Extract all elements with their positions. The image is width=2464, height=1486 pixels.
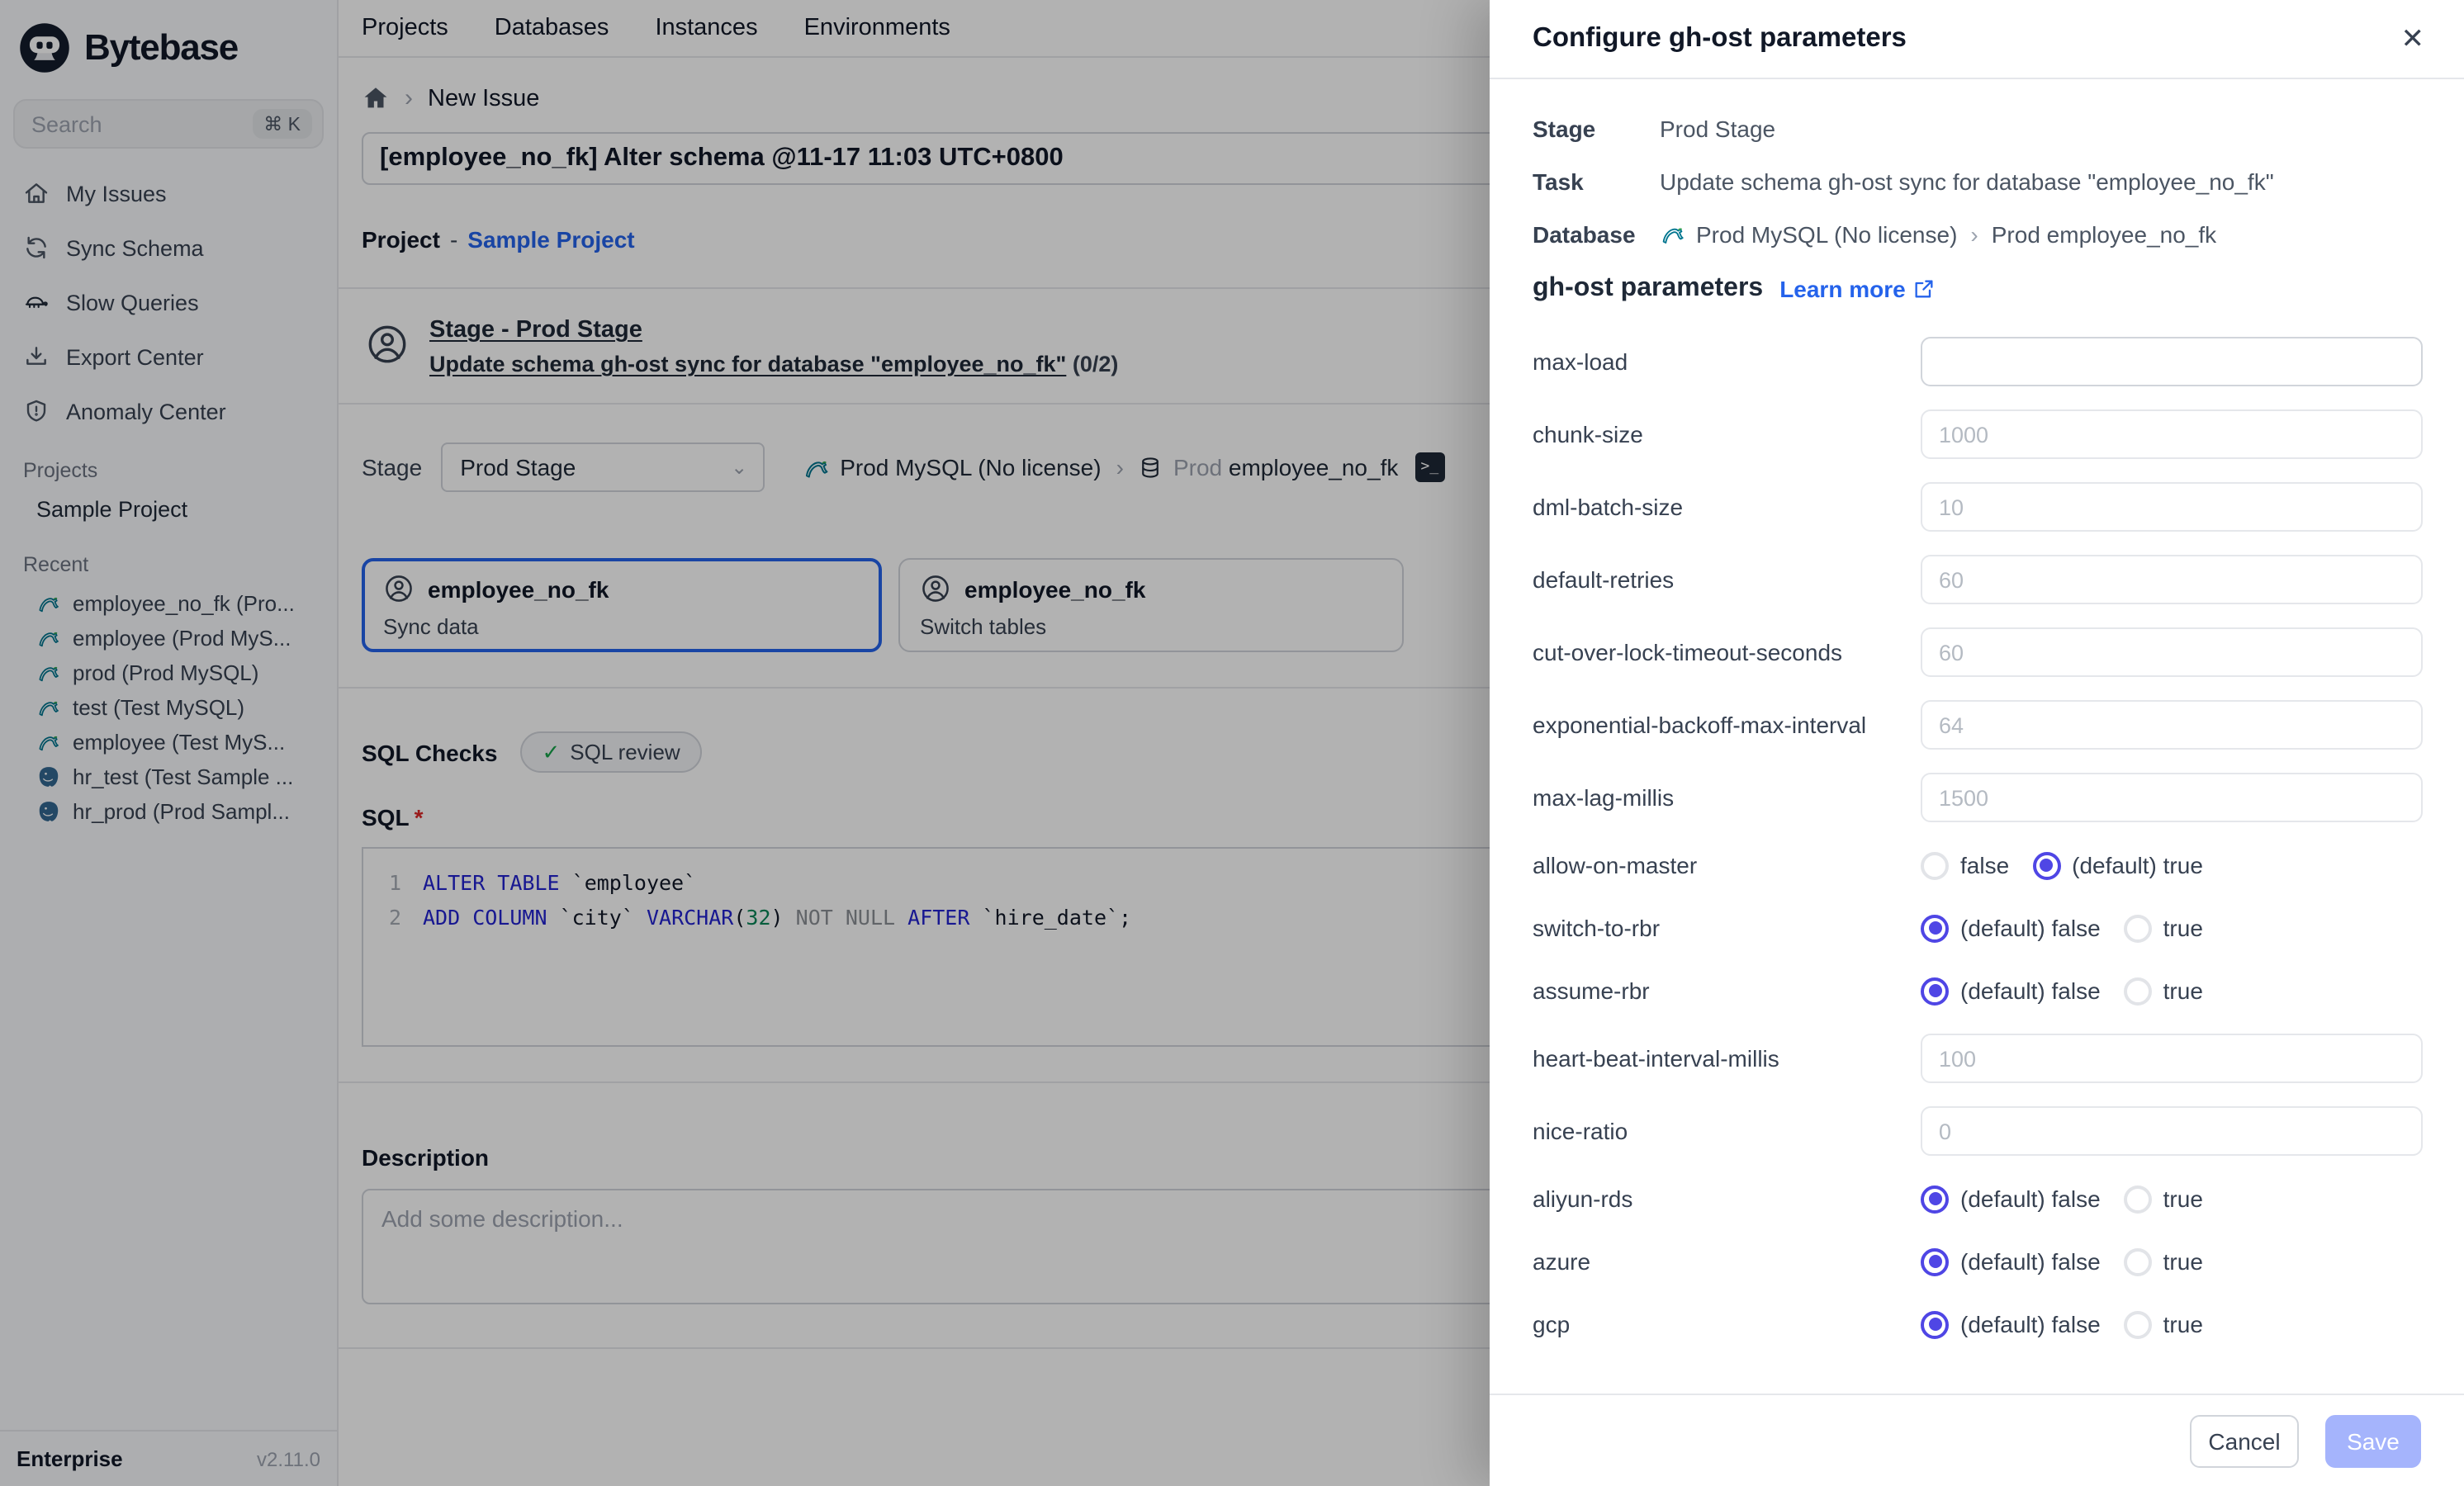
gh-ost-params-heading-row: gh-ost parameters Learn more [1533,274,2423,304]
radio-selected-icon[interactable] [1921,977,1949,1005]
cancel-button[interactable]: Cancel [2190,1414,2299,1467]
param-row-aliyun-rds: aliyun-rds (default) false true [1533,1179,2423,1219]
param-row-cut-over-lock-timeout-seconds: cut-over-lock-timeout-seconds [1533,627,2423,677]
radio-option[interactable]: true [2124,977,2203,1005]
param-row-chunk-size: chunk-size [1533,409,2423,459]
radio-option[interactable]: (default) true [2032,851,2203,879]
radio-option[interactable]: true [2124,1247,2203,1275]
radio-option[interactable]: (default) false [1921,1310,2101,1338]
drawer-footer: Cancel Save [1490,1394,2464,1486]
max-load-input[interactable] [1921,337,2423,386]
param-row-switch-to-rbr: switch-to-rbr (default) false true [1533,908,2423,948]
close-icon[interactable]: ✕ [2401,25,2425,53]
mysql-icon [1660,221,1686,248]
radio-unselected-icon[interactable] [2124,1247,2152,1275]
exponential-backoff-max-interval-input[interactable] [1921,700,2423,750]
info-database-value: Prod employee_no_fk [1992,221,2216,248]
radio-option[interactable]: (default) false [1921,1185,2101,1213]
drawer-title: Configure gh-ost parameters [1533,23,1907,54]
param-row-max-load: max-load [1533,337,2423,386]
param-row-nice-ratio: nice-ratio [1533,1106,2423,1156]
chunk-size-input[interactable] [1921,409,2423,459]
info-instance-value: Prod MySQL (No license) [1696,221,1957,248]
radio-selected-icon[interactable] [1921,914,1949,942]
drawer-body: Stage Prod Stage Task Update schema gh-o… [1490,79,2464,1394]
gh-ost-config-drawer: Configure gh-ost parameters ✕ Stage Prod… [1490,0,2464,1486]
radio-selected-icon[interactable] [1921,1247,1949,1275]
nice-ratio-input[interactable] [1921,1106,2423,1156]
radio-unselected-icon[interactable] [2124,1310,2152,1338]
param-row-azure: azure (default) false true [1533,1242,2423,1281]
radio-option[interactable]: false [1921,851,2009,879]
learn-more-link[interactable]: Learn more [1779,276,1936,302]
chevron-right-icon: › [1970,221,1978,248]
param-row-heart-beat-interval-millis: heart-beat-interval-millis [1533,1034,2423,1083]
radio-selected-icon[interactable] [2032,851,2060,879]
radio-option[interactable]: true [2124,1310,2203,1338]
info-task-value: Update schema gh-ost sync for database "… [1660,168,2274,195]
heart-beat-interval-millis-input[interactable] [1921,1034,2423,1083]
radio-option[interactable]: true [2124,1185,2203,1213]
info-row-stage: Stage Prod Stage [1533,116,2423,142]
info-row-task: Task Update schema gh-ost sync for datab… [1533,168,2423,195]
radio-option[interactable]: (default) false [1921,914,2101,942]
radio-unselected-icon[interactable] [2124,914,2152,942]
param-row-assume-rbr: assume-rbr (default) false true [1533,971,2423,1010]
radio-selected-icon[interactable] [1921,1185,1949,1213]
param-row-dml-batch-size: dml-batch-size [1533,482,2423,532]
radio-unselected-icon[interactable] [2124,977,2152,1005]
cut-over-lock-timeout-seconds-input[interactable] [1921,627,2423,677]
dml-batch-size-input[interactable] [1921,482,2423,532]
radio-option[interactable]: true [2124,914,2203,942]
radio-unselected-icon[interactable] [1921,851,1949,879]
radio-selected-icon[interactable] [1921,1310,1949,1338]
info-row-database: Database Prod MySQL (No license) › Prod … [1533,221,2423,248]
param-row-allow-on-master: allow-on-master false (default) true [1533,845,2423,885]
param-row-max-lag-millis: max-lag-millis [1533,773,2423,822]
max-lag-millis-input[interactable] [1921,773,2423,822]
radio-option[interactable]: (default) false [1921,1247,2101,1275]
radio-option[interactable]: (default) false [1921,977,2101,1005]
radio-unselected-icon[interactable] [2124,1185,2152,1213]
info-stage-value: Prod Stage [1660,116,1775,142]
drawer-header: Configure gh-ost parameters ✕ [1490,0,2464,79]
param-row-exponential-backoff-max-interval: exponential-backoff-max-interval [1533,700,2423,750]
gh-ost-params-heading: gh-ost parameters [1533,274,1763,304]
save-button[interactable]: Save [2325,1414,2421,1467]
default-retries-input[interactable] [1921,555,2423,604]
external-link-icon [1912,277,1936,301]
param-row-gcp: gcp (default) false true [1533,1304,2423,1344]
param-row-default-retries: default-retries [1533,555,2423,604]
